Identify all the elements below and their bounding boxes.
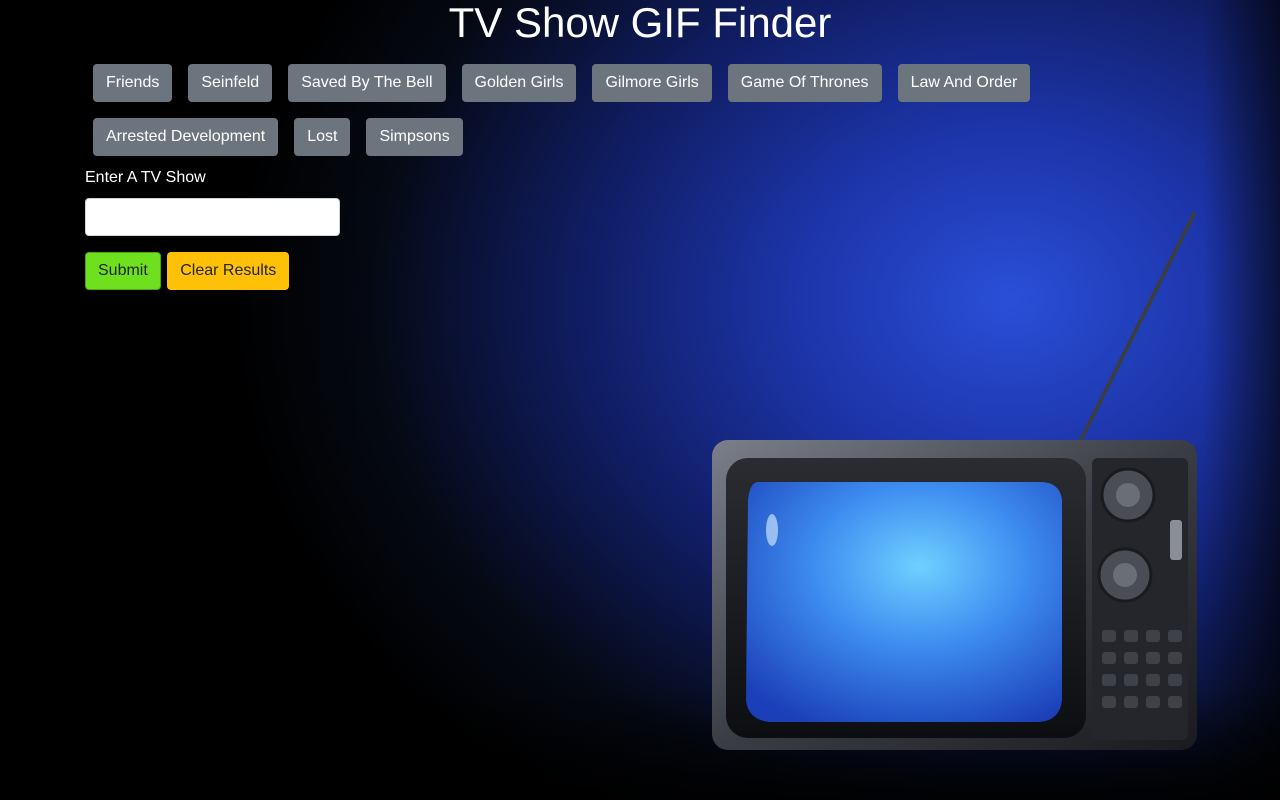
show-button[interactable]: Saved By The Bell [288, 64, 446, 102]
show-button[interactable]: Golden Girls [461, 64, 577, 102]
show-button[interactable]: Arrested Development [93, 118, 279, 156]
antenna [1078, 211, 1197, 443]
show-button[interactable]: Seinfeld [188, 64, 273, 102]
form-actions: Submit Clear Results [85, 252, 290, 290]
show-button[interactable]: Friends [93, 64, 173, 102]
show-button[interactable]: Lost [294, 118, 351, 156]
retro-tv-illustration [712, 211, 1197, 750]
show-button-list: Friends Seinfeld Saved By The Bell Golden G… [85, 56, 1065, 164]
show-button[interactable]: Game Of Thrones [727, 64, 882, 102]
submit-button[interactable]: Submit [85, 252, 161, 290]
tv-screen [746, 482, 1062, 722]
show-button[interactable]: Simpsons [366, 118, 463, 156]
page-title: TV Show GIF Finder [448, 0, 832, 46]
clear-results-button[interactable]: Clear Results [167, 252, 290, 290]
show-button[interactable]: Gilmore Girls [592, 64, 712, 102]
tv-show-input[interactable] [85, 198, 340, 236]
show-button[interactable]: Law And Order [897, 64, 1031, 102]
tv-show-input-label: Enter A TV Show [85, 169, 206, 186]
